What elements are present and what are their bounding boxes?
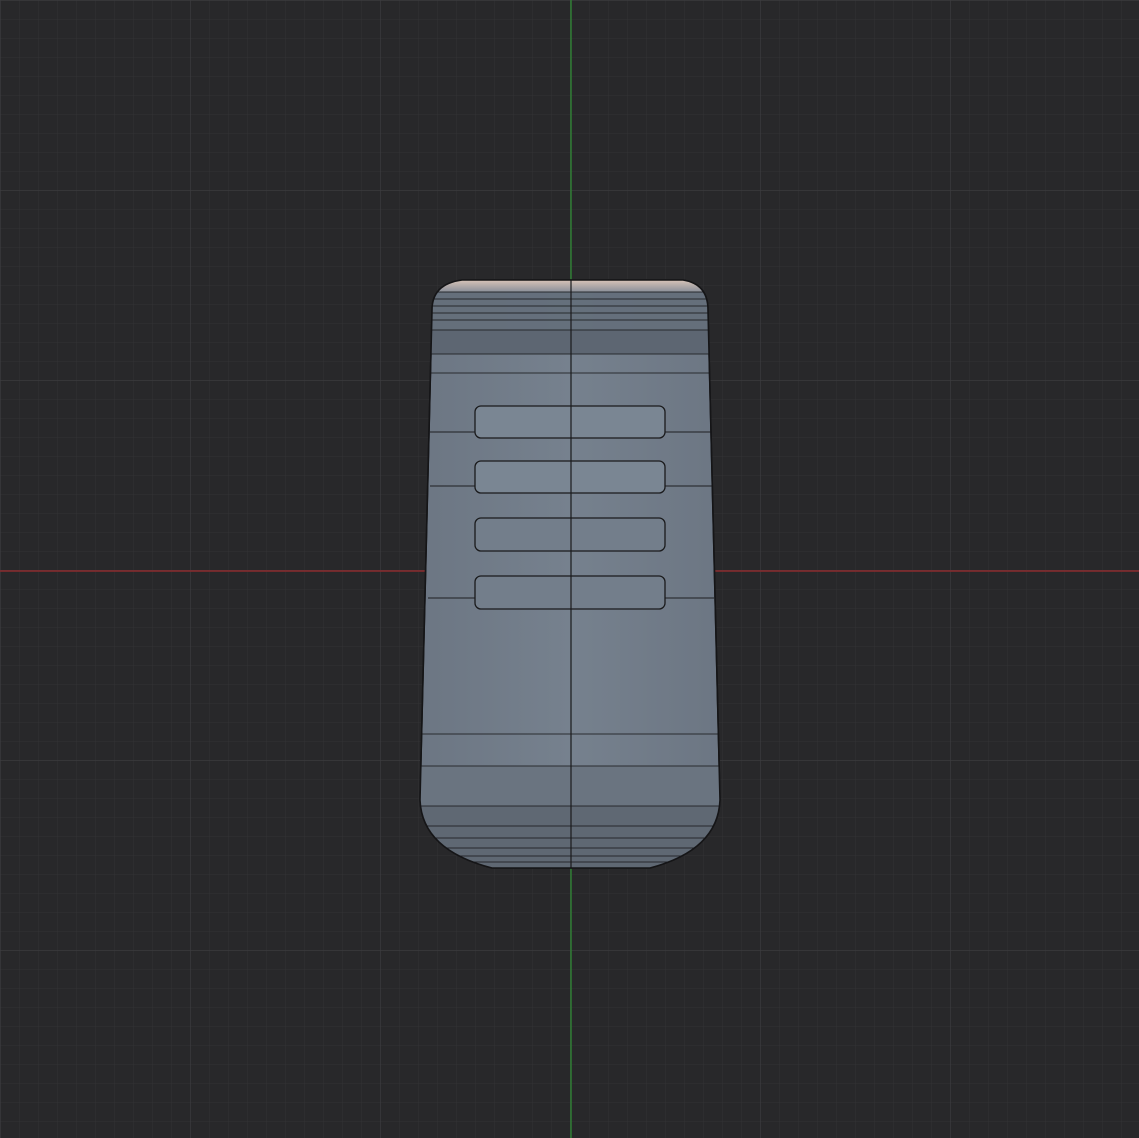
mesh-top-face (420, 280, 720, 292)
3d-viewport[interactable] (0, 0, 1139, 1138)
mesh-object[interactable] (419, 279, 721, 869)
mesh-upper-band-shade (420, 330, 720, 354)
slot-3 (474, 517, 666, 552)
viewport-canvas[interactable] (0, 0, 1139, 1138)
